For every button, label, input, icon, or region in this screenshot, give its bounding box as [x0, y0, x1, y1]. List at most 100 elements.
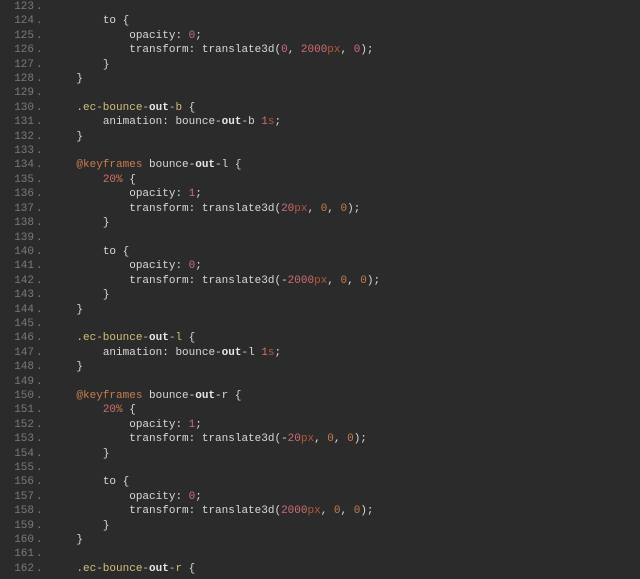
token: @keyframes [76, 159, 142, 171]
code-text[interactable]: @keyframes bounce-out-l { [44, 158, 241, 172]
code-line[interactable]: 137. transform: translate3d(20px, 0, 0); [0, 202, 640, 216]
code-text[interactable]: } [44, 216, 109, 230]
code-line[interactable]: 153. transform: translate3d(-20px, 0, 0)… [0, 432, 640, 446]
code-line[interactable]: 142. transform: translate3d(-2000px, 0, … [0, 274, 640, 288]
code-line[interactable]: 139. [0, 231, 640, 245]
code-line[interactable]: 150. @keyframes bounce-out-r { [0, 389, 640, 403]
code-text[interactable]: } [44, 519, 109, 533]
code-text[interactable]: to { [44, 14, 129, 28]
code-line[interactable]: 141. opacity: 0; [0, 259, 640, 273]
code-text[interactable]: .ec-bounce-out-l { [44, 331, 195, 345]
code-editor[interactable]: 123. 124. to {125. opacity: 0;126. trans… [0, 0, 640, 576]
code-text[interactable] [44, 317, 76, 331]
gutter-dot: . [36, 533, 44, 547]
code-line[interactable]: 126. transform: translate3d(0, 2000px, 0… [0, 43, 640, 57]
code-line[interactable]: 144. } [0, 303, 640, 317]
code-text[interactable] [44, 375, 76, 389]
code-text[interactable]: opacity: 1; [44, 187, 202, 201]
code-text[interactable]: } [44, 447, 109, 461]
code-line[interactable]: 157. opacity: 0; [0, 490, 640, 504]
code-text[interactable]: opacity: 0; [44, 490, 202, 504]
code-line[interactable]: 154. } [0, 447, 640, 461]
code-text[interactable]: opacity: 0; [44, 29, 202, 43]
code-text[interactable]: @keyframes bounce-out-r { [44, 389, 241, 403]
code-line[interactable]: 147. animation: bounce-out-l 1s; [0, 346, 640, 360]
code-text[interactable]: transform: translate3d(20px, 0, 0); [44, 202, 360, 216]
code-line[interactable]: 155. [0, 461, 640, 475]
code-line[interactable]: 156. to { [0, 475, 640, 489]
code-line[interactable]: 128. } [0, 72, 640, 86]
code-text[interactable]: 20% { [44, 173, 136, 187]
code-text[interactable]: } [44, 130, 83, 144]
code-text[interactable]: transform: translate3d(2000px, 0, 0); [44, 504, 374, 518]
code-line[interactable]: 158. transform: translate3d(2000px, 0, 0… [0, 504, 640, 518]
token: { [123, 174, 136, 186]
code-text[interactable]: to { [44, 475, 129, 489]
code-text[interactable] [44, 461, 76, 475]
code-line[interactable]: 135. 20% { [0, 173, 640, 187]
token: { [235, 390, 242, 402]
code-line[interactable]: 124. to { [0, 14, 640, 28]
line-number: 139 [0, 231, 36, 245]
code-line[interactable]: 132. } [0, 130, 640, 144]
code-line[interactable]: 145. [0, 317, 640, 331]
token: 20 [281, 203, 294, 215]
code-text[interactable]: .ec-bounce-out-r { [44, 562, 195, 576]
code-text[interactable] [44, 86, 76, 100]
code-text[interactable]: 20% { [44, 403, 136, 417]
code-line[interactable]: 151. 20% { [0, 403, 640, 417]
code-line[interactable]: 125. opacity: 0; [0, 29, 640, 43]
code-line[interactable]: 130. .ec-bounce-out-b { [0, 101, 640, 115]
code-line[interactable]: 127. } [0, 58, 640, 72]
code-line[interactable]: 161. [0, 547, 640, 561]
code-line[interactable]: 133. [0, 144, 640, 158]
code-text[interactable]: } [44, 72, 83, 86]
code-text[interactable]: opacity: 1; [44, 418, 202, 432]
code-text[interactable] [44, 0, 76, 14]
code-line[interactable]: 143. } [0, 288, 640, 302]
code-text[interactable]: to { [44, 245, 129, 259]
gutter-dot: . [36, 432, 44, 446]
code-text[interactable] [44, 547, 76, 561]
code-line[interactable]: 134. @keyframes bounce-out-l { [0, 158, 640, 172]
code-text[interactable] [44, 231, 76, 245]
code-text[interactable]: } [44, 303, 83, 317]
code-text[interactable]: .ec-bounce-out-b { [44, 101, 195, 115]
line-number: 145 [0, 317, 36, 331]
code-line[interactable]: 129. [0, 86, 640, 100]
code-text[interactable]: } [44, 58, 109, 72]
code-line[interactable]: 152. opacity: 1; [0, 418, 640, 432]
code-text[interactable]: } [44, 360, 83, 374]
line-number: 154 [0, 447, 36, 461]
code-text[interactable]: transform: translate3d(-20px, 0, 0); [44, 432, 367, 446]
code-text[interactable]: transform: translate3d(-2000px, 0, 0); [44, 274, 380, 288]
code-line[interactable]: 140. to { [0, 245, 640, 259]
token: { [189, 563, 196, 575]
code-line[interactable]: 131. animation: bounce-out-b 1s; [0, 115, 640, 129]
line-number: 135 [0, 173, 36, 187]
code-text[interactable]: animation: bounce-out-b 1s; [44, 115, 281, 129]
code-line[interactable]: 138. } [0, 216, 640, 230]
code-line[interactable]: 148. } [0, 360, 640, 374]
gutter-dot: . [36, 403, 44, 417]
code-line[interactable]: 136. opacity: 1; [0, 187, 640, 201]
code-text[interactable]: animation: bounce-out-l 1s; [44, 346, 281, 360]
code-line[interactable]: 160. } [0, 533, 640, 547]
token: } [103, 448, 110, 460]
code-text[interactable]: } [44, 288, 109, 302]
token: } [76, 361, 83, 373]
code-line[interactable]: 159. } [0, 519, 640, 533]
gutter-dot: . [36, 447, 44, 461]
gutter-dot: . [36, 288, 44, 302]
code-text[interactable] [44, 144, 76, 158]
token: -l [169, 332, 189, 344]
code-line[interactable]: 149. [0, 375, 640, 389]
token: 0 [360, 275, 367, 287]
token: transform [129, 275, 188, 287]
code-text[interactable]: transform: translate3d(0, 2000px, 0); [44, 43, 374, 57]
code-line[interactable]: 146. .ec-bounce-out-l { [0, 331, 640, 345]
code-line[interactable]: 162. .ec-bounce-out-r { [0, 562, 640, 576]
code-text[interactable]: opacity: 0; [44, 259, 202, 273]
code-text[interactable]: } [44, 533, 83, 547]
code-line[interactable]: 123. [0, 0, 640, 14]
